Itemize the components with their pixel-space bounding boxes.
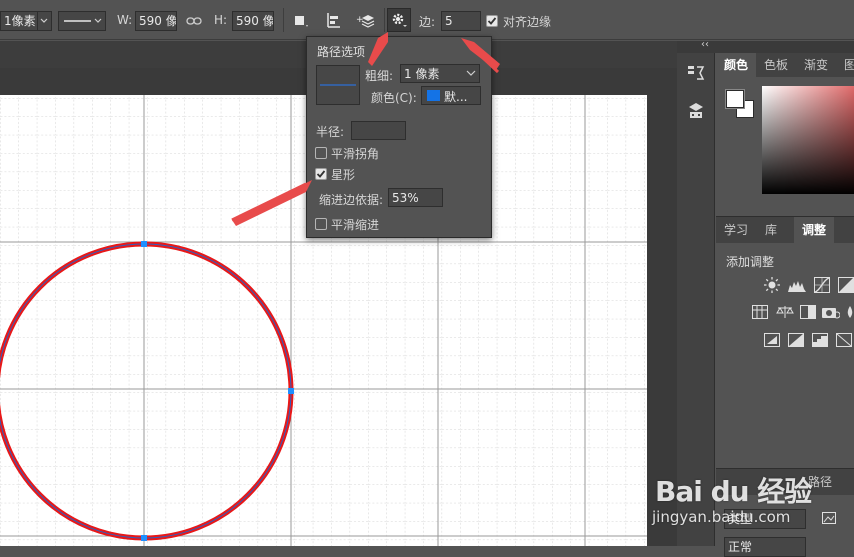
baidu-watermark-logo: Bai du 经验: [655, 475, 812, 508]
threshold-icon[interactable]: [812, 333, 828, 347]
add-adjustment-label: 添加调整: [726, 255, 775, 269]
panel-collapse-bar[interactable]: ‹‹: [677, 39, 854, 53]
tab-adjustments[interactable]: 调整: [794, 217, 834, 243]
tab-pattern[interactable]: 图案: [836, 53, 854, 77]
foreground-color-swatch[interactable]: [725, 89, 745, 109]
posterize-icon[interactable]: [788, 333, 804, 347]
properties-icon[interactable]: [686, 101, 706, 121]
gradient-map-icon[interactable]: [836, 333, 852, 347]
exposure-icon[interactable]: [838, 277, 854, 293]
tab-learn[interactable]: 学习: [716, 217, 756, 243]
tab-color[interactable]: 颜色: [716, 53, 756, 77]
color-panel: 颜色 色板 渐变 图案: [716, 53, 854, 213]
vibrance-icon[interactable]: [752, 305, 768, 319]
brightness-icon[interactable]: [764, 277, 780, 293]
collapse-icon[interactable]: ‹‹: [701, 39, 709, 50]
photo-filter-icon[interactable]: [822, 305, 841, 319]
levels-icon[interactable]: [788, 277, 806, 293]
history-icon[interactable]: [686, 63, 706, 83]
tab-libraries[interactable]: 库: [756, 217, 786, 243]
image-filter-icon[interactable]: [822, 512, 836, 524]
curves-icon[interactable]: [814, 277, 830, 293]
color-picker-field[interactable]: [762, 86, 854, 194]
adjustments-panel: 学习 库 调整 添加调整: [716, 216, 854, 466]
black-white-icon[interactable]: [800, 305, 816, 319]
tab-gradient[interactable]: 渐变: [796, 53, 836, 77]
blend-mode-dropdown[interactable]: 正常: [724, 537, 806, 557]
color-balance-icon[interactable]: [776, 305, 794, 319]
channel-mixer-icon[interactable]: [846, 305, 854, 319]
invert-icon[interactable]: [764, 333, 780, 347]
baidu-watermark-url: jingyan.baidu.com: [652, 508, 791, 526]
tab-swatches[interactable]: 色板: [756, 53, 796, 77]
